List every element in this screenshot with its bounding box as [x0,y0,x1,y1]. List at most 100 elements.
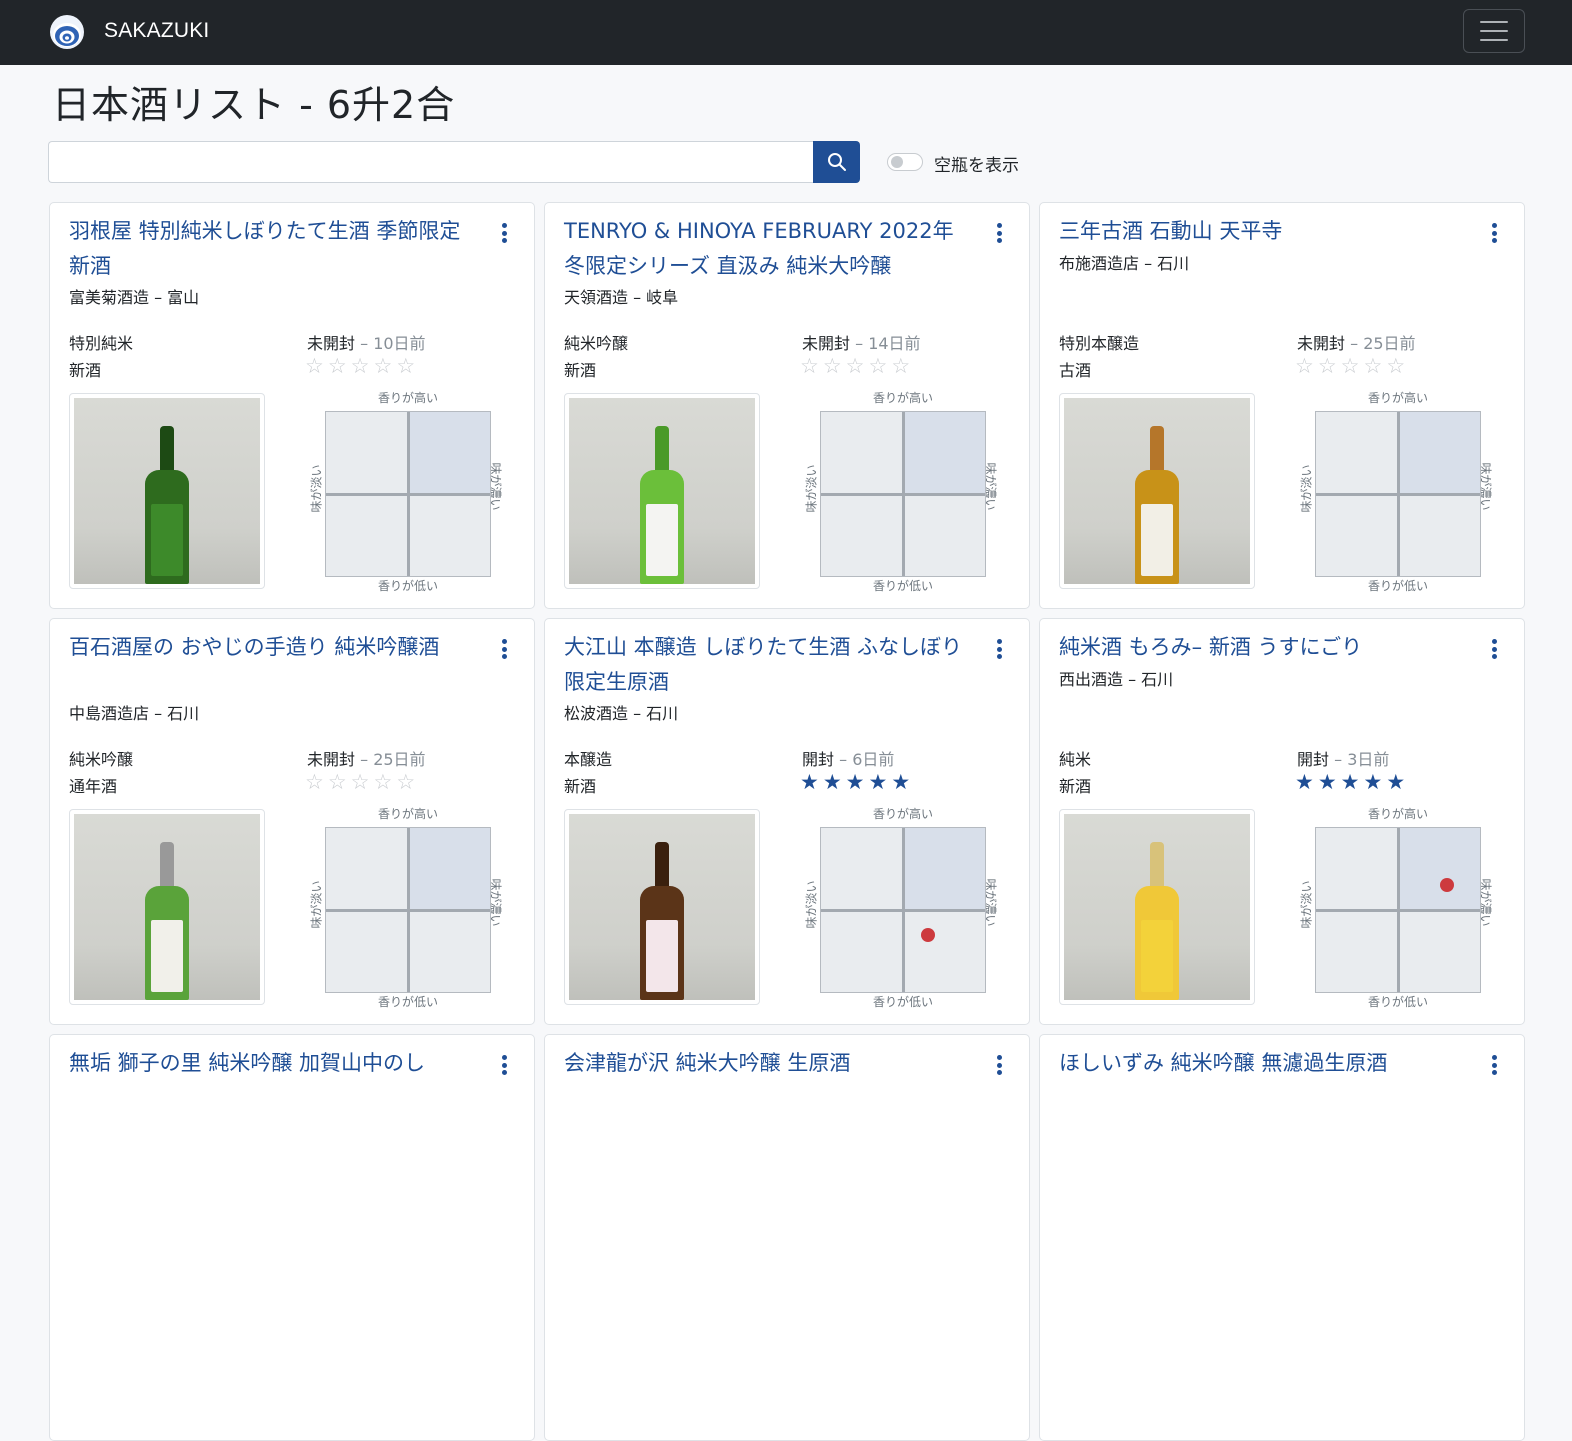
quadrant-axis-horizontal [326,909,490,912]
more-options-icon[interactable] [501,639,507,659]
bottle-neck [1150,426,1164,476]
sake-card[interactable]: 大江山 本醸造 しぼりたて生酒 ふなしぼり限定生原酒 松波酒造 – 石川 本醸造 新酒… [544,618,1030,1025]
bottle-photo[interactable] [564,809,760,1005]
star-icon[interactable]: ☆ [868,355,887,377]
sake-title-link[interactable]: TENRYO & HINOYA FEBRUARY 2022年 冬限定シリーズ 直… [564,214,964,284]
star-icon[interactable]: ☆ [891,355,910,377]
star-icon[interactable]: ★ [1341,771,1360,793]
search-icon [827,153,846,171]
star-icon[interactable]: ☆ [1318,355,1337,377]
sake-title-link[interactable]: 会津龍が沢 純米大吟醸 生原酒 [564,1046,964,1081]
rating-stars[interactable]: ☆ ☆ ☆ ☆ ☆ [1295,355,1405,377]
axis-label-aroma-high: 香りが高い [378,391,439,405]
more-options-icon[interactable] [996,639,1002,659]
bottle-neck [655,842,669,892]
axis-label-aroma-low: 香りが低い [378,579,439,593]
star-icon[interactable]: ★ [800,771,819,793]
more-options-icon[interactable] [1491,639,1497,659]
menu-toggle-button[interactable] [1463,9,1525,53]
rating-stars[interactable]: ☆ ☆ ☆ ☆ ☆ [305,355,415,377]
star-icon[interactable]: ☆ [1363,355,1382,377]
sake-card[interactable]: 百石酒屋の おやじの手造り 純米吟醸酒 中島酒造店 – 石川 純米吟醸 通年酒 未開封 … [49,618,535,1025]
more-options-icon[interactable] [501,1055,507,1075]
star-icon[interactable]: ☆ [373,355,392,377]
more-options-icon[interactable] [996,1055,1002,1075]
axis-label-taste-light: 味が淡い [804,464,819,513]
rating-stars[interactable]: ★ ★ ★ ★ ★ [800,771,910,793]
sake-grade: 純米吟醸 [69,750,134,769]
axis-label-aroma-low: 香りが低い [1368,579,1429,593]
sake-title-link[interactable]: 無垢 獅子の里 純米吟醸 加賀山中のし [69,1046,469,1081]
star-icon[interactable]: ☆ [373,771,392,793]
star-icon[interactable]: ☆ [396,771,415,793]
flavor-quadrant [1315,827,1481,993]
sake-title-link[interactable]: 羽根屋 特別純米しぼりたて生酒 季節限定 新酒 [69,214,469,284]
sake-title-link[interactable]: 純米酒 もろみ– 新酒 うすにごり [1059,630,1459,665]
star-icon[interactable]: ☆ [328,355,347,377]
star-icon[interactable]: ★ [1318,771,1337,793]
star-icon[interactable]: ☆ [328,771,347,793]
star-icon[interactable]: ☆ [305,355,324,377]
open-status: 未開封 [307,334,356,353]
bottle-photo[interactable] [1059,393,1255,589]
sake-card[interactable]: 無垢 獅子の里 純米吟醸 加賀山中のし [49,1034,535,1441]
star-icon[interactable]: ★ [1363,771,1382,793]
axis-label-aroma-low: 香りが低い [1368,995,1429,1009]
star-icon[interactable]: ★ [891,771,910,793]
star-icon[interactable]: ★ [1386,771,1405,793]
star-icon[interactable]: ☆ [305,771,324,793]
star-icon[interactable]: ☆ [351,771,370,793]
rating-stars[interactable]: ☆ ☆ ☆ ☆ ☆ [305,771,415,793]
star-icon[interactable]: ★ [1295,771,1314,793]
sake-title-link[interactable]: 大江山 本醸造 しぼりたて生酒 ふなしぼり限定生原酒 [564,630,964,700]
search-input[interactable] [48,141,813,183]
bottle-photo[interactable] [69,393,265,589]
open-status: 未開封 [802,334,851,353]
star-icon[interactable]: ★ [846,771,865,793]
bottle-status: 未開封 – 25日前 [1297,330,1416,354]
bottle-photo[interactable] [1059,809,1255,1005]
star-icon[interactable]: ☆ [1341,355,1360,377]
more-options-icon[interactable] [1491,1055,1497,1075]
sake-card[interactable]: TENRYO & HINOYA FEBRUARY 2022年 冬限定シリーズ 直… [544,202,1030,609]
sake-title-link[interactable]: 百石酒屋の おやじの手造り 純米吟醸酒 [69,630,469,665]
star-icon[interactable]: ☆ [800,355,819,377]
star-icon[interactable]: ★ [868,771,887,793]
flavor-quadrant [820,827,986,993]
axis-label-taste-light: 味が淡い [1299,464,1314,513]
flavor-chart: 香りが高い 香りが低い 味が淡い 味が濃い [798,387,1006,597]
more-options-icon[interactable] [996,223,1002,243]
sake-card[interactable]: 会津龍が沢 純米大吟醸 生原酒 [544,1034,1030,1441]
more-options-icon[interactable] [1491,223,1497,243]
brand-name[interactable]: SAKAZUKI [104,19,209,43]
star-icon[interactable]: ☆ [1295,355,1314,377]
sake-title-link[interactable]: ほしいずみ 純米吟醸 無濾過生原酒 [1059,1046,1459,1081]
bottle-photo[interactable] [564,393,760,589]
sake-bottle [1135,842,1179,1000]
status-separator: – [355,750,374,769]
sake-grade: 特別純米 [69,334,134,353]
sake-card[interactable]: ほしいずみ 純米吟醸 無濾過生原酒 [1039,1034,1525,1441]
sake-card[interactable]: 羽根屋 特別純米しぼりたて生酒 季節限定 新酒 富美菊酒造 – 富山 特別純米 新酒 未… [49,202,535,609]
rating-stars[interactable]: ☆ ☆ ☆ ☆ ☆ [800,355,910,377]
star-icon[interactable]: ☆ [823,355,842,377]
search-button[interactable] [813,141,860,183]
sake-card[interactable]: 純米酒 もろみ– 新酒 うすにごり 西出酒造 – 石川 純米 新酒 開封 – 3日前 ★ ★… [1039,618,1525,1025]
rating-stars[interactable]: ★ ★ ★ ★ ★ [1295,771,1405,793]
star-icon[interactable]: ☆ [351,355,370,377]
star-icon[interactable]: ☆ [846,355,865,377]
status-separator: – [1345,334,1364,353]
bottle-status: 未開封 – 25日前 [307,746,426,770]
star-icon[interactable]: ★ [823,771,842,793]
show-empty-bottles-toggle[interactable] [887,153,923,171]
sake-title-link[interactable]: 三年古酒 石動山 天平寺 [1059,214,1459,249]
sake-card[interactable]: 三年古酒 石動山 天平寺 布施酒造店 – 石川 特別本醸造 古酒 未開封 – 25日前 ☆… [1039,202,1525,609]
sake-grade: 本醸造 [564,750,613,769]
star-icon[interactable]: ☆ [1386,355,1405,377]
more-options-icon[interactable] [501,223,507,243]
star-icon[interactable]: ☆ [396,355,415,377]
sakazuki-logo-icon[interactable] [48,13,86,51]
show-empty-bottles-label: 空瓶を表示 [934,156,1019,176]
bottle-photo[interactable] [69,809,265,1005]
quadrant-axis-horizontal [821,493,985,496]
